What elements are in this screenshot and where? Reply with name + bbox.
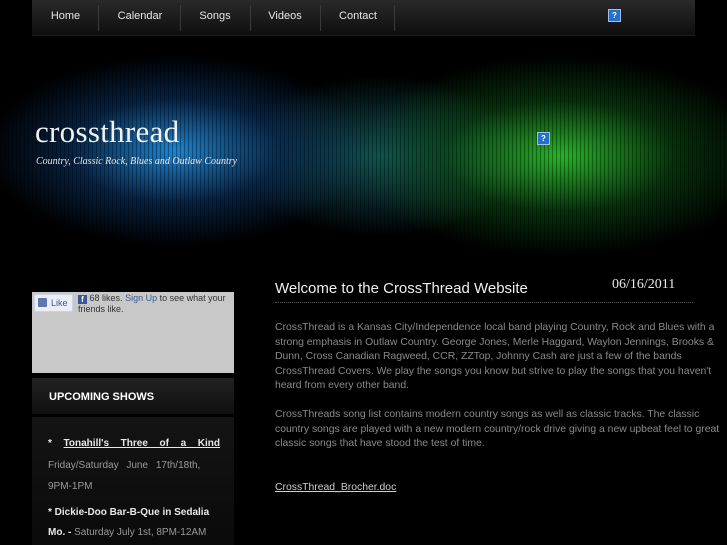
nav-songs[interactable]: Songs <box>188 0 242 35</box>
nav-home[interactable]: Home <box>40 0 91 35</box>
upcoming-shows-title: UPCOMING SHOWS <box>49 391 155 403</box>
facebook-like-button[interactable]: Like <box>34 294 73 312</box>
brochure-download-link[interactable]: CrossThread_Brocher.doc <box>275 482 396 493</box>
nav-divider <box>98 5 99 31</box>
show-item-title: * Tonahill's Three of a Kind <box>48 438 220 449</box>
show-item-date: Saturday July 1st, 8PM-12AM <box>74 527 207 538</box>
hero-banner: crossthread Country, Classic Rock, Blues… <box>0 36 727 262</box>
intro-paragraph: CrossThread is a Kansas City/Independenc… <box>275 322 715 391</box>
nav-videos[interactable]: Videos <box>258 0 312 35</box>
help-icon[interactable]: ? <box>608 9 621 22</box>
nav-divider <box>250 5 251 31</box>
facebook-signup-link[interactable]: Sign Up <box>125 293 157 303</box>
facebook-like-box: Like f 68 likes. Sign Up to see what you… <box>32 292 234 373</box>
bullet: * <box>48 438 52 449</box>
show-item-date: Friday/Saturday June 17th/18th, <box>48 460 201 471</box>
facebook-icon: f <box>78 295 87 304</box>
post-date: 06/16/2011 <box>612 277 676 292</box>
show-item-details: Mo. - Saturday July 1st, 8PM-12AM <box>48 527 220 538</box>
show-item-location: Mo. - <box>48 527 72 538</box>
nav-divider <box>180 5 181 31</box>
nav-calendar[interactable]: Calendar <box>106 0 174 35</box>
upcoming-shows-header: UPCOMING SHOWS <box>32 378 234 414</box>
top-navigation: Home Calendar Songs Videos Contact ? <box>32 0 695 36</box>
show-item-time: 9PM-1PM <box>48 481 93 492</box>
thumbs-up-icon <box>38 298 47 307</box>
songlist-paragraph: CrossThreads song list contains modern c… <box>275 409 720 449</box>
show-link-tonahills[interactable]: Tonahill's Three of a Kind <box>64 438 220 449</box>
page-title: Welcome to the CrossThread Website <box>275 280 528 297</box>
upcoming-shows-list: * Tonahill's Three of a Kind Friday/Satu… <box>32 417 234 545</box>
site-title[interactable]: crossthread <box>35 114 179 150</box>
nav-divider <box>394 5 395 31</box>
show-item-title: * Dickie-Doo Bar-B-Que in Sedalia <box>48 507 210 518</box>
nav-divider <box>320 5 321 31</box>
facebook-like-text: f 68 likes. Sign Up to see what your fri… <box>78 293 230 315</box>
nav-contact[interactable]: Contact <box>328 0 388 35</box>
help-icon[interactable]: ? <box>537 132 550 145</box>
site-tagline: Country, Classic Rock, Blues and Outlaw … <box>36 156 238 167</box>
like-button-label: Like <box>51 298 68 308</box>
like-count: 68 likes. <box>89 293 123 303</box>
title-divider <box>275 302 693 303</box>
